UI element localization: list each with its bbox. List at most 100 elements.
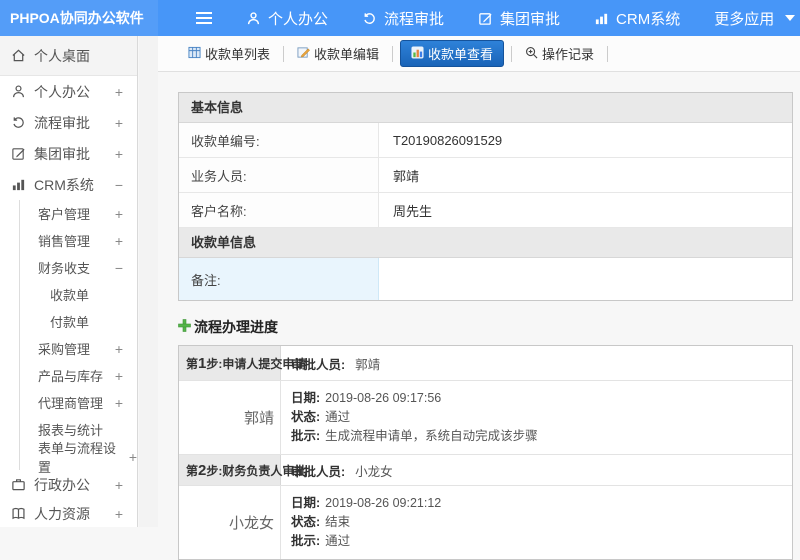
step-detail-row: 小龙女 日期: 2019-08-26 09:21:12 状态: 结束 批示: 通过 [179, 486, 792, 559]
sidebar-item-agent-mgmt[interactable]: 代理商管理 + [20, 389, 137, 416]
expand-icon[interactable]: + [115, 368, 123, 384]
expand-icon[interactable]: + [129, 449, 137, 465]
history-icon [10, 115, 27, 130]
approver-name: 郭靖 [355, 357, 381, 372]
topnav-more-apps[interactable]: 更多应用 [714, 8, 796, 29]
sidebar-item-customer-mgmt[interactable]: 客户管理 + [20, 200, 137, 227]
menu-icon[interactable] [196, 12, 212, 24]
collapse-icon[interactable]: − [115, 177, 123, 193]
topnav-personal-office[interactable]: 个人办公 [246, 8, 328, 29]
handler-name: 郭靖 [179, 381, 281, 454]
sidebar-item-admin-office[interactable]: 行政办公 + [0, 470, 137, 499]
field-label-remark: 备注: [179, 258, 379, 300]
detail-line-date: 日期: 2019-08-26 09:21:12 [291, 496, 442, 510]
topnav-label: CRM系统 [616, 10, 681, 28]
sidebar-item-label: 个人办公 [34, 83, 90, 100]
sidebar-item-sales-mgmt[interactable]: 销售管理 + [20, 227, 137, 254]
sidebar-item-workflow-approval[interactable]: 流程审批 + [0, 107, 137, 138]
sidebar-item-label: 行政办公 [34, 476, 90, 493]
section-title-text: 流程办理进度 [194, 319, 278, 335]
top-nav: 个人办公 流程审批 集团审批 CRM系统 更多应用 [158, 8, 796, 29]
sidebar-item-personal-office[interactable]: 个人办公 + [0, 76, 137, 107]
sidebar-item-form-workflow-settings[interactable]: 表单与流程设置 + [20, 441, 137, 475]
tab-receipt-list[interactable]: 收款单列表 [182, 40, 276, 67]
tab-separator [392, 45, 394, 62]
sidebar-item-group-approval[interactable]: 集团审批 + [0, 138, 137, 169]
topnav-label: 集团审批 [500, 10, 561, 28]
detail-line-remark: 批示: 通过 [291, 534, 351, 548]
sidebar-item-finance[interactable]: 财务收支 − [20, 254, 137, 281]
sidebar-item-label: 集团审批 [34, 145, 90, 162]
bar-chart-icon [10, 177, 27, 192]
step-number: 2 [198, 461, 207, 479]
sidebar-item-label: 流程审批 [34, 114, 90, 131]
tab-label: 收款单列表 [205, 47, 271, 62]
section-header-receipt-info: 收款单信息 [179, 228, 792, 258]
field-label-customer-name: 客户名称: [179, 193, 379, 227]
expand-icon[interactable]: + [115, 477, 123, 493]
sidebar-item-label: 个人桌面 [34, 47, 90, 64]
top-bar: PHPOA协同办公软件 个人办公 流程审批 集团审批 CRM系统 更多应用 [0, 0, 800, 36]
topnav-label: 流程审批 [384, 10, 445, 28]
tab-label: 操作记录 [542, 47, 595, 62]
sidebar-item-product-inventory[interactable]: 产品与库存 + [20, 362, 137, 389]
field-label-salesperson: 业务人员: [179, 158, 379, 192]
table-row: 收款单编号: T20190826091529 [179, 123, 792, 158]
expand-icon[interactable]: + [115, 506, 123, 522]
tab-separator [511, 45, 513, 62]
expand-icon[interactable]: + [115, 115, 123, 131]
step-prefix: 第 [186, 463, 199, 478]
receipt-detail-table: 基本信息 收款单编号: T20190826091529 业务人员: 郭靖 客户名… [178, 92, 793, 301]
field-value-salesperson: 郭靖 [393, 168, 420, 184]
expand-icon[interactable]: + [115, 341, 123, 357]
edit-icon [10, 146, 27, 161]
book-icon [10, 506, 27, 521]
caret-down-icon [785, 15, 796, 21]
tab-bar: 收款单列表 收款单编辑 收款单查看 操作记录 [158, 36, 800, 72]
workflow-progress-title: 流程办理进度 [178, 317, 793, 337]
step-header-row: 第 2 步:财务负责人审批 审批人员: 小龙女 [179, 455, 792, 486]
sidebar-item-crm-system[interactable]: CRM系统 − [0, 169, 137, 200]
sidebar-item-human-resources[interactable]: 人力资源 + [0, 499, 137, 527]
topnav-group-approval[interactable]: 集团审批 [478, 8, 560, 29]
tab-receipt-view[interactable]: 收款单查看 [400, 40, 505, 67]
expand-icon[interactable]: + [115, 146, 123, 162]
step-number: 1 [198, 354, 207, 372]
tab-separator [607, 45, 609, 62]
sidebar-item-payment-order[interactable]: 付款单 [20, 308, 137, 335]
field-label-receipt-number: 收款单编号: [179, 123, 379, 157]
edit-icon [478, 11, 493, 26]
sidebar-item-receipt-order[interactable]: 收款单 [20, 281, 137, 308]
detail-line-remark: 批示: 生成流程申请单，系统自动完成该步骤 [291, 429, 538, 443]
history-icon [362, 11, 377, 26]
sidebar-item-label: 报表与统计 [38, 423, 104, 438]
tab-label: 收款单查看 [428, 47, 494, 62]
view-chart-icon [411, 45, 424, 62]
tab-label: 收款单编辑 [314, 47, 380, 62]
topnav-label: 个人办公 [268, 10, 329, 28]
expand-icon[interactable]: + [115, 395, 123, 411]
sidebar: 个人桌面 个人办公 + 流程审批 + 集团审批 + CRM系统 − 客户管理 +… [0, 36, 138, 527]
topnav-workflow-approval[interactable]: 流程审批 [362, 8, 444, 29]
sidebar-item-purchase-mgmt[interactable]: 采购管理 + [20, 335, 137, 362]
detail-line-status: 状态: 通过 [291, 410, 351, 424]
crm-submenu: 客户管理 + 销售管理 + 财务收支 − 收款单 付款单 采购管理 + 产品与库… [19, 200, 137, 475]
tab-operation-log[interactable]: 操作记录 [519, 40, 600, 67]
section-header-basic-info: 基本信息 [179, 93, 792, 123]
main-area: 收款单列表 收款单编辑 收款单查看 操作记录 基本信息 收款单编号: T2019… [158, 36, 800, 560]
expand-icon[interactable]: + [115, 233, 123, 249]
approver-cell: 审批人员: 郭靖 [281, 346, 792, 380]
collapse-icon[interactable]: − [115, 260, 123, 276]
topnav-crm-system[interactable]: CRM系统 [594, 8, 680, 29]
tab-receipt-edit[interactable]: 收款单编辑 [291, 40, 385, 67]
sidebar-gutter [139, 36, 158, 527]
sidebar-item-personal-desktop[interactable]: 个人桌面 [0, 36, 137, 76]
approver-label: 审批人员: [291, 464, 346, 479]
expand-icon[interactable]: + [115, 206, 123, 222]
sidebar-item-label: CRM系统 [34, 176, 94, 193]
expand-icon[interactable]: + [115, 84, 123, 100]
approver-label: 审批人员: [291, 357, 346, 372]
topnav-label: 更多应用 [714, 10, 775, 28]
zoom-plus-icon [525, 46, 538, 62]
edit-doc-icon [297, 46, 310, 62]
